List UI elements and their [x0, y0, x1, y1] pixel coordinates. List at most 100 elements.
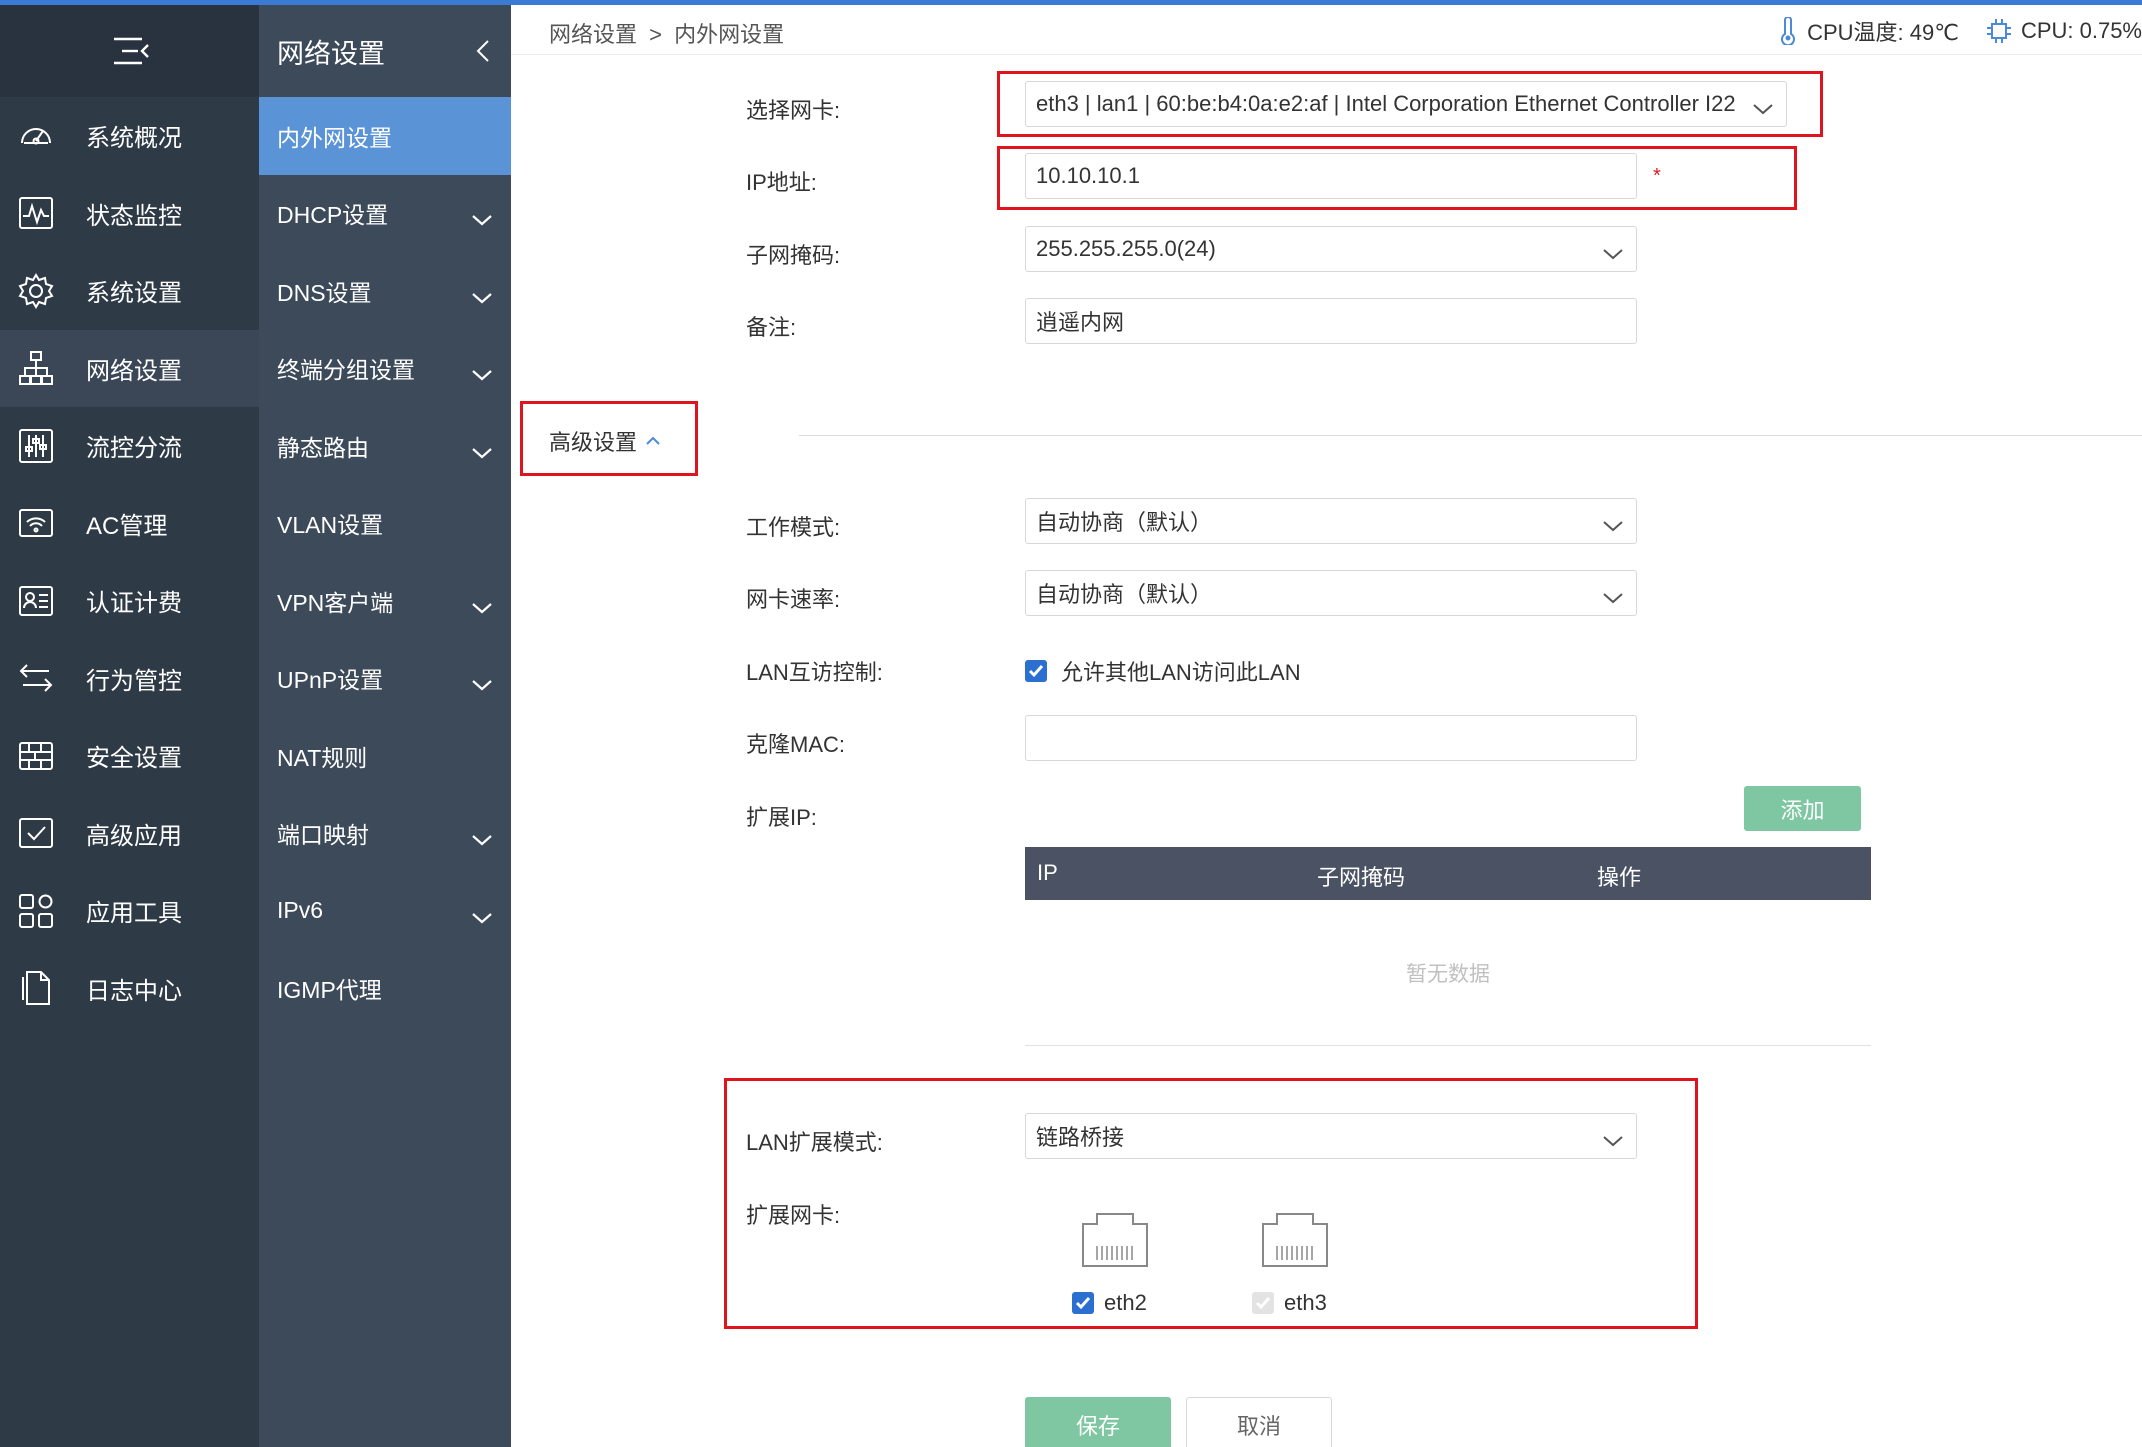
submenu-item-label: 端口映射 — [277, 822, 369, 849]
lan-control-option[interactable]: 允许其他LAN访问此LAN — [1025, 655, 1301, 687]
submenu-item-terminal-group[interactable]: 终端分组设置 — [259, 330, 511, 408]
sidebar-item-auth[interactable]: 认证计费 — [0, 562, 259, 640]
menu-collapse-icon — [113, 37, 149, 65]
ip-label: IP地址: — [746, 170, 817, 195]
sidebar-item-label: 系统概况 — [86, 125, 182, 153]
sidebar-item-flow-control[interactable]: 流控分流 — [0, 407, 259, 485]
sidebar-item-monitor[interactable]: 状态监控 — [0, 175, 259, 253]
sidebar-item-label: 高级应用 — [86, 822, 182, 850]
subnet-mask-select[interactable]: 255.255.255.0(24) — [1025, 226, 1637, 272]
id-card-icon — [16, 581, 56, 621]
nic-label: 选择网卡: — [746, 98, 841, 123]
clone-mac-label: 克隆MAC: — [746, 732, 846, 757]
speed-label: 网卡速率: — [746, 587, 841, 612]
thermometer-icon — [1781, 17, 1796, 45]
submenu-item-label: 终端分组设置 — [277, 357, 415, 384]
check-doc-icon — [16, 813, 56, 853]
sidebar-item-network[interactable]: 网络设置 — [0, 329, 259, 407]
sidebar-item-label: 网络设置 — [86, 357, 182, 385]
chevron-down-icon — [471, 439, 493, 459]
submenu-item-igmp[interactable]: IGMP代理 — [259, 950, 511, 1028]
chevron-down-icon — [471, 826, 493, 846]
sidebar-item-behavior[interactable]: 行为管控 — [0, 640, 259, 718]
secondary-sidebar-title: 网络设置 — [277, 38, 385, 69]
pulse-icon — [16, 193, 56, 233]
submenu-item-label: IPv6 — [277, 897, 324, 924]
submenu-item-upnp[interactable]: UPnP设置 — [259, 640, 511, 718]
lan-access-checkbox-label: 允许其他LAN访问此LAN — [1061, 660, 1301, 685]
submenu-item-port-mapping[interactable]: 端口映射 — [259, 795, 511, 873]
submenu-item-label: IGMP代理 — [277, 977, 382, 1004]
table-empty-state: 暂无数据 — [1025, 900, 1871, 1046]
column-header-mask: 子网掩码 — [1317, 865, 1406, 890]
top-bar: 网络设置 > 内外网设置 CPU温度: 49℃ CPU: 0.75% — [511, 5, 2142, 55]
highlight-box-ip — [997, 146, 1797, 210]
sidebar-item-logs[interactable]: 日志中心 — [0, 950, 259, 1028]
log-icon — [16, 968, 56, 1008]
submenu-item-label: UPnP设置 — [277, 667, 384, 694]
submenu-item-ipv6[interactable]: IPv6 — [259, 872, 511, 950]
chevron-down-icon — [471, 206, 493, 226]
submenu-item-label: VLAN设置 — [277, 512, 384, 539]
work-mode-label: 工作模式: — [746, 515, 841, 540]
sidebar-item-overview[interactable]: 系统概况 — [0, 97, 259, 175]
highlight-box-lan-ext — [724, 1078, 1698, 1329]
chevron-down-icon — [471, 284, 493, 304]
check-icon — [1028, 665, 1044, 678]
menu-collapse-button[interactable] — [0, 5, 259, 97]
chevron-down-icon — [1602, 241, 1624, 260]
sidebar-item-label: 认证计费 — [86, 590, 182, 618]
note-input-value: 逍遥内网 — [1036, 310, 1125, 335]
add-button[interactable]: 添加 — [1744, 786, 1861, 831]
breadcrumb-separator: > — [649, 22, 662, 47]
save-button[interactable]: 保存 — [1025, 1397, 1171, 1447]
ext-ip-table-header: IP 子网掩码 操作 — [1025, 847, 1871, 900]
submenu-item-static-route[interactable]: 静态路由 — [259, 407, 511, 485]
chevron-down-icon — [471, 361, 493, 381]
apps-icon — [16, 891, 56, 931]
sidebar-item-security[interactable]: 安全设置 — [0, 717, 259, 795]
submenu-item-lan-wan[interactable]: 内外网设置 — [259, 97, 511, 175]
dashboard-icon — [16, 116, 56, 156]
cpu-usage: CPU: 0.75% — [2020, 18, 2142, 43]
submenu-item-label: VPN客户端 — [277, 589, 394, 616]
sidebar-item-label: 应用工具 — [86, 900, 182, 928]
lan-access-checkbox[interactable] — [1025, 660, 1047, 682]
network-icon — [16, 348, 56, 388]
chevron-down-icon — [1602, 585, 1624, 604]
sidebar-item-label: 安全设置 — [86, 745, 182, 773]
breadcrumb-parent[interactable]: 网络设置 — [549, 22, 637, 47]
work-mode-value: 自动协商（默认） — [1036, 510, 1213, 535]
sidebar-item-advanced-apps[interactable]: 高级应用 — [0, 795, 259, 873]
cancel-button[interactable]: 取消 — [1186, 1397, 1332, 1447]
sidebar-item-label: 日志中心 — [86, 977, 182, 1005]
nic-speed-value: 自动协商（默认） — [1036, 582, 1213, 607]
submenu-item-vpn-client[interactable]: VPN客户端 — [259, 562, 511, 640]
cpu-chip-icon — [1986, 19, 2011, 43]
sidebar-item-label: AC管理 — [86, 512, 168, 540]
section-divider — [799, 435, 2142, 436]
clone-mac-input[interactable] — [1025, 715, 1637, 761]
note-label: 备注: — [746, 315, 797, 340]
submenu-item-label: DHCP设置 — [277, 202, 389, 229]
submenu-item-label: 内外网设置 — [277, 124, 392, 151]
submenu-item-dhcp[interactable]: DHCP设置 — [259, 175, 511, 253]
work-mode-select[interactable]: 自动协商（默认） — [1025, 498, 1637, 544]
collapse-chevron-left-icon[interactable] — [473, 37, 493, 65]
submenu-item-vlan[interactable]: VLAN设置 — [259, 485, 511, 563]
gear-icon — [16, 271, 56, 311]
breadcrumb-current: 内外网设置 — [674, 22, 785, 47]
submenu-item-label: NAT规则 — [277, 744, 368, 771]
sidebar-item-label: 行为管控 — [86, 667, 182, 695]
submenu-item-nat[interactable]: NAT规则 — [259, 717, 511, 795]
sidebar-item-system[interactable]: 系统设置 — [0, 252, 259, 330]
sliders-icon — [16, 426, 56, 466]
main-content: 网络设置 > 内外网设置 CPU温度: 49℃ CPU: 0.75% 选择网卡:… — [511, 5, 2142, 1447]
nic-speed-select[interactable]: 自动协商（默认） — [1025, 570, 1637, 616]
note-input[interactable]: 逍遥内网 — [1025, 298, 1637, 344]
column-header-ip: IP — [1037, 860, 1058, 885]
sidebar-item-ac[interactable]: AC管理 — [0, 485, 259, 563]
breadcrumb: 网络设置 > 内外网设置 — [549, 17, 790, 49]
submenu-item-dns[interactable]: DNS设置 — [259, 252, 511, 330]
sidebar-item-tools[interactable]: 应用工具 — [0, 872, 259, 950]
